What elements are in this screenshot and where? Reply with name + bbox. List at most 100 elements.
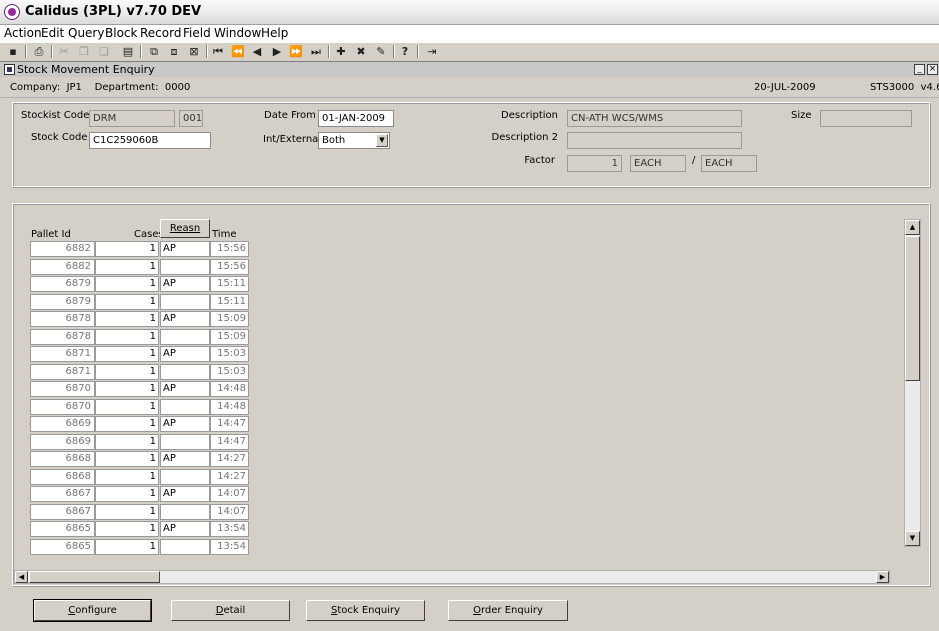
- insert-record-icon[interactable]: ✚: [333, 44, 349, 59]
- reason-cell[interactable]: [160, 469, 210, 485]
- last-record-icon[interactable]: ⏭: [308, 44, 324, 59]
- horizontal-scroll-thumb[interactable]: [29, 571, 160, 583]
- cases-cell[interactable]: 1: [95, 434, 159, 450]
- cancel-query-icon[interactable]: ⊠: [186, 44, 202, 59]
- reason-cell[interactable]: [160, 539, 210, 555]
- reason-cell[interactable]: [160, 504, 210, 520]
- menu-action[interactable]: Action: [4, 26, 42, 40]
- pallet-id-cell[interactable]: 6871: [30, 364, 95, 380]
- time-cell[interactable]: 15:56: [210, 241, 249, 257]
- cases-cell[interactable]: 1: [95, 259, 159, 275]
- close-button[interactable]: ×: [927, 64, 938, 75]
- menu-field[interactable]: Field: [183, 26, 211, 40]
- reason-cell[interactable]: [160, 434, 210, 450]
- cases-cell[interactable]: 1: [95, 469, 159, 485]
- paste-icon[interactable]: ❏: [96, 44, 112, 59]
- stock-code-field[interactable]: C1C259060B: [89, 132, 211, 149]
- stockist-code-field[interactable]: DRM: [89, 110, 175, 127]
- next-block-icon[interactable]: ⏩: [288, 44, 304, 59]
- reason-cell[interactable]: [160, 364, 210, 380]
- reason-cell[interactable]: AP: [160, 381, 210, 397]
- description-2-field[interactable]: [567, 132, 742, 149]
- print-icon[interactable]: ⎙: [31, 44, 47, 59]
- menu-window[interactable]: Window: [214, 26, 261, 40]
- pallet-id-cell[interactable]: 6879: [30, 294, 95, 310]
- pallet-id-cell[interactable]: 6870: [30, 381, 95, 397]
- cases-cell[interactable]: 1: [95, 504, 159, 520]
- chevron-down-icon[interactable]: ▼: [376, 134, 388, 147]
- reason-cell[interactable]: AP: [160, 241, 210, 257]
- time-cell[interactable]: 15:03: [210, 346, 249, 362]
- pallet-id-cell[interactable]: 6878: [30, 311, 95, 327]
- reason-cell[interactable]: AP: [160, 521, 210, 537]
- pallet-id-cell[interactable]: 6871: [30, 346, 95, 362]
- description-field[interactable]: CN-ATH WCS/WMS: [567, 110, 742, 127]
- time-cell[interactable]: 15:11: [210, 276, 249, 292]
- cases-cell[interactable]: 1: [95, 486, 159, 502]
- reason-column-button[interactable]: Reasn: [160, 219, 210, 238]
- pallet-id-cell[interactable]: 6879: [30, 276, 95, 292]
- factor-unit-1-field[interactable]: EACH: [630, 155, 686, 172]
- menu-help[interactable]: Help: [261, 26, 288, 40]
- pallet-id-cell[interactable]: 6868: [30, 451, 95, 467]
- int-external-select[interactable]: Both ▼: [318, 132, 390, 149]
- vertical-scrollbar[interactable]: ▲ ▼: [904, 219, 921, 547]
- time-cell[interactable]: 13:54: [210, 539, 249, 555]
- cases-cell[interactable]: 1: [95, 346, 159, 362]
- stockist-sub-code-field[interactable]: 001: [179, 110, 203, 127]
- date-from-field[interactable]: 01-JAN-2009: [318, 110, 394, 127]
- pallet-id-cell[interactable]: 6882: [30, 241, 95, 257]
- cases-cell[interactable]: 1: [95, 311, 159, 327]
- cases-cell[interactable]: 1: [95, 276, 159, 292]
- time-cell[interactable]: 14:47: [210, 416, 249, 432]
- query-icon[interactable]: ⧉: [146, 44, 162, 59]
- time-cell[interactable]: 14:48: [210, 381, 249, 397]
- pallet-id-cell[interactable]: 6869: [30, 434, 95, 450]
- vertical-scroll-thumb[interactable]: [905, 236, 920, 381]
- scroll-up-icon[interactable]: ▲: [905, 220, 920, 235]
- cases-cell[interactable]: 1: [95, 399, 159, 415]
- configure-button[interactable]: Configure: [33, 599, 152, 622]
- cases-cell[interactable]: 1: [95, 521, 159, 537]
- first-record-icon[interactable]: ⏮: [210, 44, 226, 59]
- cases-cell[interactable]: 1: [95, 241, 159, 257]
- reason-cell[interactable]: AP: [160, 416, 210, 432]
- delete-record-icon[interactable]: ✖: [353, 44, 369, 59]
- pallet-id-cell[interactable]: 6878: [30, 329, 95, 345]
- cut-icon[interactable]: ✂: [56, 44, 72, 59]
- time-cell[interactable]: 15:56: [210, 259, 249, 275]
- pallet-id-cell[interactable]: 6865: [30, 521, 95, 537]
- copy-icon[interactable]: ❐: [76, 44, 92, 59]
- save-icon[interactable]: ▪: [5, 44, 21, 59]
- time-cell[interactable]: 14:47: [210, 434, 249, 450]
- list-icon[interactable]: ▤: [120, 44, 136, 59]
- time-cell[interactable]: 15:03: [210, 364, 249, 380]
- reason-cell[interactable]: [160, 259, 210, 275]
- reason-cell[interactable]: AP: [160, 346, 210, 362]
- horizontal-scrollbar[interactable]: ◀ ▶: [14, 570, 890, 584]
- reason-cell[interactable]: AP: [160, 276, 210, 292]
- menu-record[interactable]: Record: [140, 26, 181, 40]
- cases-cell[interactable]: 1: [95, 539, 159, 555]
- time-cell[interactable]: 14:07: [210, 504, 249, 520]
- reason-cell[interactable]: [160, 294, 210, 310]
- time-cell[interactable]: 15:09: [210, 311, 249, 327]
- factor-unit-2-field[interactable]: EACH: [701, 155, 757, 172]
- pallet-id-cell[interactable]: 6865: [30, 539, 95, 555]
- menu-block[interactable]: Block: [105, 26, 137, 40]
- time-cell[interactable]: 14:27: [210, 469, 249, 485]
- reason-cell[interactable]: AP: [160, 451, 210, 467]
- time-cell[interactable]: 14:27: [210, 451, 249, 467]
- time-cell[interactable]: 14:48: [210, 399, 249, 415]
- reason-cell[interactable]: AP: [160, 486, 210, 502]
- pallet-id-cell[interactable]: 6870: [30, 399, 95, 415]
- help-icon[interactable]: ?: [397, 44, 413, 59]
- cases-cell[interactable]: 1: [95, 416, 159, 432]
- scroll-down-icon[interactable]: ▼: [905, 531, 920, 546]
- execute-query-icon[interactable]: ⧈: [166, 44, 182, 59]
- next-record-icon[interactable]: ▶: [269, 44, 285, 59]
- size-field[interactable]: [820, 110, 912, 127]
- time-cell[interactable]: 14:07: [210, 486, 249, 502]
- time-cell[interactable]: 15:11: [210, 294, 249, 310]
- pallet-id-cell[interactable]: 6867: [30, 504, 95, 520]
